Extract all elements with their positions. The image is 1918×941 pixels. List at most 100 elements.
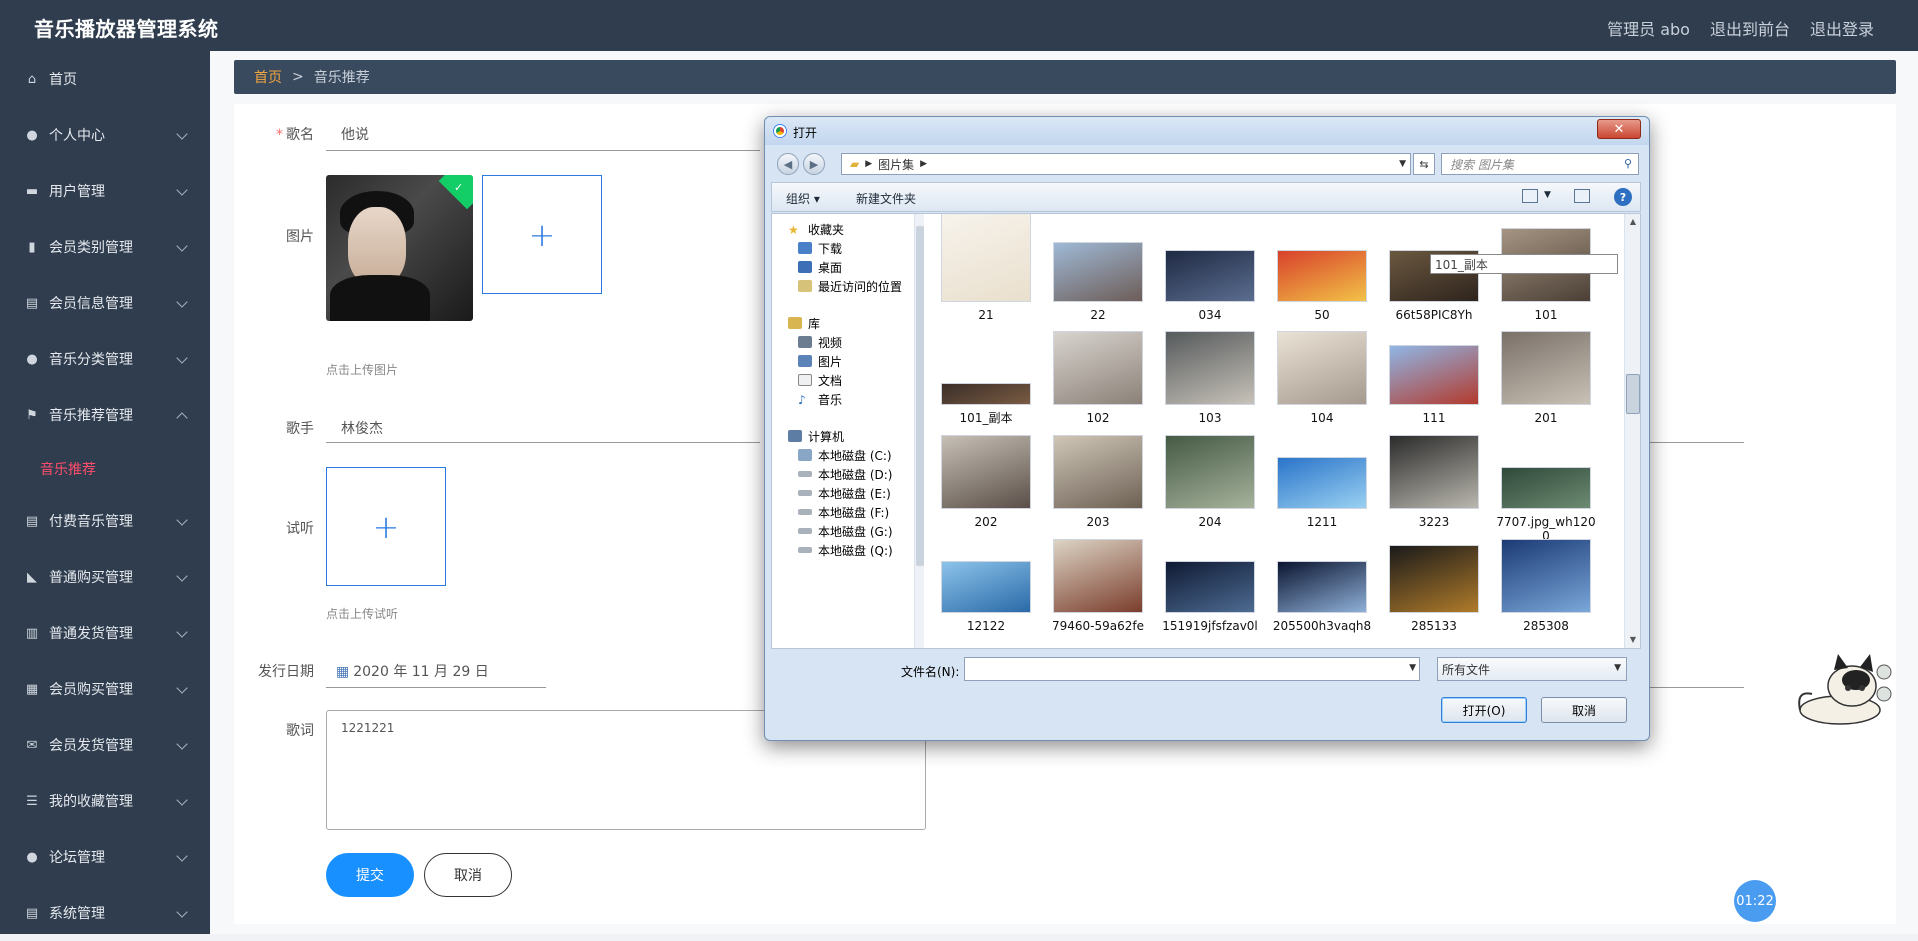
file-item[interactable]: 151919jfsfzav0l — [1156, 525, 1264, 633]
tree-computer[interactable]: 计算机 — [788, 427, 844, 445]
sidebar-item-label: 付费音乐管理 — [49, 514, 133, 530]
tree-drive-e[interactable]: 本地磁盘 (E:) — [798, 484, 891, 502]
dialog-cancel-button[interactable]: 取消 — [1541, 697, 1627, 723]
file-item[interactable]: 111 — [1380, 317, 1488, 425]
view-dropdown-icon[interactable]: ▼ — [1544, 190, 1551, 200]
file-item[interactable]: 22 — [1044, 214, 1152, 322]
tree-videos[interactable]: 视频 — [798, 333, 842, 351]
tree-drive-f[interactable]: 本地磁盘 (F:) — [798, 503, 889, 521]
sidebar-item-member-purchase[interactable]: ▦ 会员购买管理 — [0, 661, 210, 717]
file-item[interactable]: 104 — [1268, 317, 1376, 425]
sidebar-item-forum[interactable]: ● 论坛管理 — [0, 829, 210, 885]
preview-pane-icon[interactable] — [1574, 189, 1590, 203]
filename-label: 文件名(N): — [901, 665, 960, 679]
image-upload-button[interactable]: + — [482, 175, 602, 294]
sidebar-item-normal-shipping[interactable]: ▥ 普通发货管理 — [0, 605, 210, 661]
breadcrumb-current: 音乐推荐 — [313, 70, 370, 86]
file-item[interactable]: 12122 — [932, 525, 1040, 633]
forward-button[interactable]: ▶ — [803, 153, 825, 175]
tree-pictures[interactable]: 图片 — [798, 352, 842, 370]
sidebar-item-normal-purchase[interactable]: ◣ 普通购买管理 — [0, 549, 210, 605]
file-item[interactable]: 034 — [1156, 214, 1264, 322]
sidebar-item-user-mgmt[interactable]: ▬ 用户管理 — [0, 163, 210, 219]
search-input[interactable]: 搜索 图片集 ⚲ — [1441, 153, 1639, 175]
path-box[interactable]: ▰ ▶ 图片集 ▶ ▼ — [841, 153, 1411, 175]
refresh-button[interactable]: ⇆ — [1413, 153, 1435, 175]
file-item[interactable]: 285308 — [1492, 525, 1600, 633]
tree-scrollbar[interactable] — [914, 214, 924, 648]
file-item[interactable]: 205500h3vaqh8 — [1268, 525, 1376, 633]
cancel-button[interactable]: 取消 — [424, 853, 512, 897]
organize-menu[interactable]: 组织 ▾ — [786, 190, 820, 207]
audition-upload-button[interactable]: + — [326, 467, 446, 586]
sidebar-item-paid-music[interactable]: ▤ 付费音乐管理 — [0, 493, 210, 549]
filename-dropdown-icon[interactable]: ▼ — [1409, 663, 1416, 673]
file-item[interactable]: 1211 — [1268, 421, 1376, 529]
new-folder-button[interactable]: 新建文件夹 — [856, 190, 916, 207]
tree-music[interactable]: ♪ 音乐 — [798, 390, 842, 408]
file-thumbnail — [1389, 545, 1479, 613]
tree-drive-g[interactable]: 本地磁盘 (G:) — [798, 522, 893, 540]
release-date-input[interactable]: ▦ 2020 年 11 月 29 日 — [336, 661, 489, 681]
scroll-up-icon[interactable]: ▲ — [1627, 216, 1639, 228]
file-item[interactable]: 204 — [1156, 421, 1264, 529]
file-item[interactable]: 202 — [932, 421, 1040, 529]
open-button[interactable]: 打开(O) — [1441, 697, 1527, 723]
sidebar-item-member-category[interactable]: ▮ 会员类别管理 — [0, 219, 210, 275]
tree-drive-q[interactable]: 本地磁盘 (Q:) — [798, 541, 893, 559]
logout-link[interactable]: 退出登录 — [1810, 16, 1874, 40]
file-item[interactable]: 101_副本 — [932, 317, 1040, 425]
tree-documents[interactable]: 文档 — [798, 371, 842, 389]
filetype-select[interactable]: 所有文件 ▼ — [1437, 657, 1627, 681]
singer-input[interactable]: 林俊杰 — [341, 418, 383, 438]
sidebar-item-system[interactable]: ▤ 系统管理 — [0, 885, 210, 941]
file-item[interactable]: 201 — [1492, 317, 1600, 425]
tree-drive-c[interactable]: 本地磁盘 (C:) — [798, 446, 892, 464]
user-icon: ● — [26, 351, 38, 367]
tree-downloads[interactable]: 下载 — [798, 239, 842, 257]
tree-library[interactable]: 库 — [788, 314, 820, 332]
file-item[interactable]: 79460-59a62fe — [1044, 525, 1152, 633]
sidebar-item-member-shipping[interactable]: ✉ 会员发货管理 — [0, 717, 210, 773]
back-button[interactable]: ◀ — [777, 153, 799, 175]
sidebar-item-music-recommend[interactable]: ⚑ 音乐推荐管理 — [0, 387, 210, 443]
file-item[interactable]: 203 — [1044, 421, 1152, 529]
sidebar-item-favorites[interactable]: ☰ 我的收藏管理 — [0, 773, 210, 829]
file-thumbnail — [1389, 435, 1479, 509]
file-item[interactable]: 3223 — [1380, 421, 1488, 529]
admin-user-link[interactable]: 管理员 abo — [1607, 16, 1690, 40]
song-name-input[interactable]: 他说 — [341, 124, 369, 144]
uploaded-image-thumbnail[interactable]: ✓ — [326, 175, 473, 321]
tree-favorites[interactable]: ★ 收藏夹 — [788, 220, 844, 238]
timer-badge[interactable]: 01:22 — [1734, 880, 1776, 922]
file-item[interactable]: 102 — [1044, 317, 1152, 425]
sidebar-item-member-info[interactable]: ▤ 会员信息管理 — [0, 275, 210, 331]
file-item[interactable]: 285133 — [1380, 525, 1488, 633]
sidebar-item-music-category[interactable]: ● 音乐分类管理 — [0, 331, 210, 387]
tree-drive-d[interactable]: 本地磁盘 (D:) — [798, 465, 892, 483]
help-icon[interactable]: ? — [1614, 188, 1632, 206]
dialog-title-bar[interactable]: 打开 ✕ — [765, 117, 1649, 145]
file-grid-scrollbar[interactable]: ▲ ▼ — [1624, 214, 1640, 648]
file-grid-scrollbar-thumb[interactable] — [1626, 374, 1640, 414]
file-item[interactable]: 7707.jpg_wh1200 — [1492, 421, 1600, 543]
view-options-icon[interactable] — [1522, 189, 1538, 203]
file-item[interactable]: 103 — [1156, 317, 1264, 425]
tree-scrollbar-thumb[interactable] — [916, 226, 924, 566]
scroll-down-icon[interactable]: ▼ — [1627, 634, 1639, 646]
path-segment[interactable]: 图片集 — [878, 156, 914, 173]
file-item[interactable]: 21 — [932, 214, 1040, 322]
path-dropdown-icon[interactable]: ▼ — [1399, 159, 1406, 169]
release-date-label: 发行日期 — [258, 664, 314, 680]
tree-desktop[interactable]: 桌面 — [798, 258, 842, 276]
submit-button[interactable]: 提交 — [326, 853, 414, 897]
sidebar-item-personal-center[interactable]: ● 个人中心 — [0, 107, 210, 163]
exit-to-frontend-link[interactable]: 退出到前台 — [1710, 16, 1790, 40]
breadcrumb-home[interactable]: 首页 — [254, 67, 282, 87]
file-item[interactable]: 50 — [1268, 214, 1376, 322]
dialog-close-button[interactable]: ✕ — [1597, 119, 1641, 139]
filename-input[interactable]: ▼ — [964, 657, 1420, 681]
sidebar-item-home[interactable]: ⌂ 首页 — [0, 51, 210, 107]
tree-recent[interactable]: 最近访问的位置 — [798, 277, 902, 295]
sidebar-subitem-music-recommend[interactable]: 音乐推荐 — [40, 459, 96, 479]
